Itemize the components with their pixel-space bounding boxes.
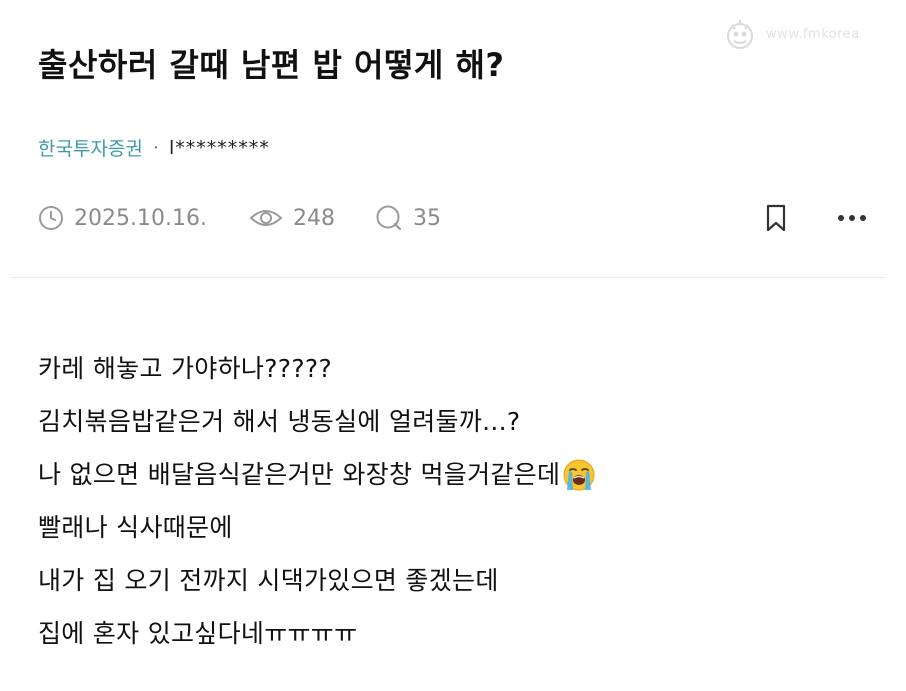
more-options-button[interactable] xyxy=(832,198,872,238)
header-divider xyxy=(10,277,886,278)
comment-bubble-icon xyxy=(376,205,402,231)
author-row: 한국투자증권 · l********* xyxy=(38,134,270,161)
separator-dot: · xyxy=(152,136,159,159)
bookmark-icon xyxy=(766,204,786,232)
more-dots-icon xyxy=(838,215,866,221)
post-title: 출산하러 갈때 남편 밥 어떻게 해? xyxy=(38,46,505,84)
post-date: 2025.10.16. xyxy=(38,205,207,231)
comment-count[interactable]: 35 xyxy=(375,204,441,232)
comment-count-text: 35 xyxy=(412,205,441,231)
post-date-text: 2025.10.16. xyxy=(74,205,207,231)
body-line-3: 나 없으면 배달음식같은거만 와장창 먹을거같은데 xyxy=(38,448,868,501)
author-name[interactable]: l********* xyxy=(169,137,270,159)
eye-icon xyxy=(249,210,283,226)
crying-face-icon xyxy=(563,459,595,490)
body-line-2: 김치볶음밥같은거 해서 냉동실에 얼려둘까...? xyxy=(38,407,521,436)
watermark-text: www.fmkorea xyxy=(766,26,860,42)
view-count-text: 248 xyxy=(292,205,335,231)
post-actions xyxy=(756,198,876,238)
body-line-1: 카레 해놓고 가야하나????? xyxy=(38,354,333,383)
body-line-4: 빨래나 식사때문에 xyxy=(38,513,233,542)
post-body: 카레 해놓고 가야하나????? 김치볶음밥같은거 해서 냉동실에 얼려둘까..… xyxy=(38,342,868,660)
company-link[interactable]: 한국투자증권 xyxy=(38,134,143,161)
clock-icon xyxy=(39,206,63,230)
watermark-logo-icon xyxy=(727,20,753,49)
bookmark-button[interactable] xyxy=(756,198,796,238)
post-meta: 2025.10.16. 248 35 xyxy=(38,198,441,238)
body-line-6: 집에 혼자 있고싶다네ㅠㅠㅠㅠ xyxy=(38,619,358,648)
body-line-5: 내가 집 오기 전까지 시댁가있으면 좋겠는데 xyxy=(38,566,499,595)
body-line-3-text: 나 없으면 배달음식같은거만 와장창 먹을거같은데 xyxy=(38,460,561,489)
view-count: 248 xyxy=(249,206,335,231)
site-watermark: www.fmkorea xyxy=(722,14,898,54)
loudly-crying-face-emoji xyxy=(562,458,596,492)
